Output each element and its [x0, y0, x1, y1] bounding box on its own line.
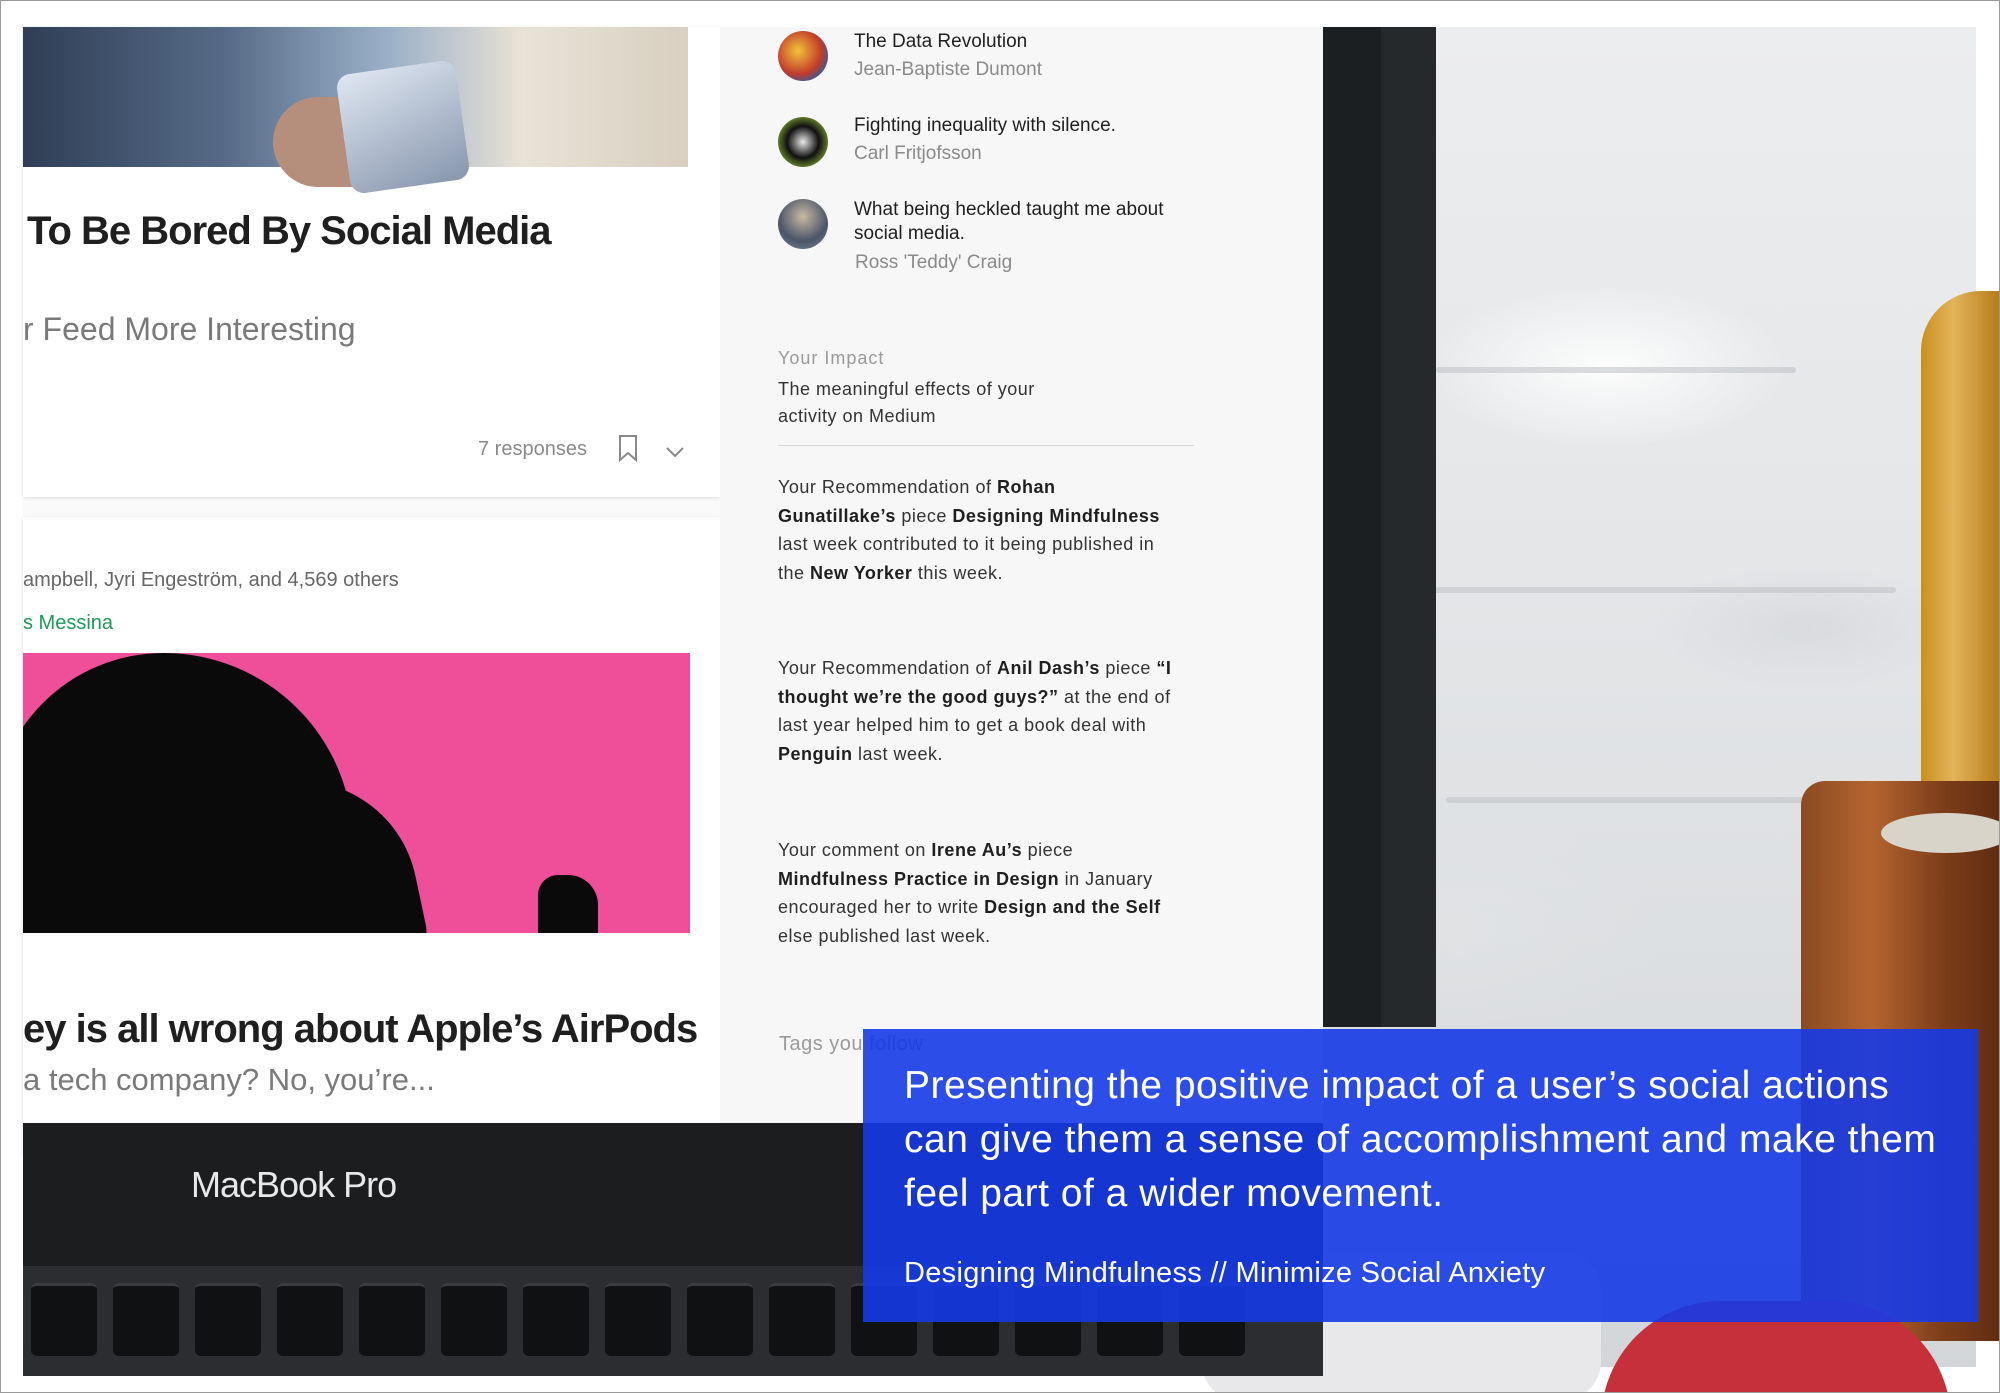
responses-link[interactable]: 7 responses: [478, 438, 587, 461]
impact-item: Your comment on Irene Au’s piece Mindful…: [778, 836, 1178, 950]
lamp-socket-ring: [1881, 813, 1999, 853]
bookmark-icon[interactable]: [617, 434, 639, 468]
impact-piece-link[interactable]: Designing Mindfulness: [952, 506, 1160, 526]
story-image-silhouette: [23, 653, 690, 933]
laptop-screen: To Be Bored By Social Media r Feed More …: [23, 27, 1323, 1157]
rec-story-author[interactable]: Jean-Baptiste Dumont: [854, 59, 1042, 81]
impact-text: piece: [895, 505, 953, 526]
avatar[interactable]: [778, 117, 828, 167]
impact-text: last week.: [852, 743, 944, 764]
impact-text: Your comment on: [778, 840, 932, 860]
story-headline[interactable]: ey is all wrong about Apple’s AirPods: [23, 1007, 698, 1052]
story-card[interactable]: To Be Bored By Social Media r Feed More …: [23, 27, 720, 497]
story-subtitle: a tech company? No, you’re...: [23, 1062, 435, 1097]
avatar[interactable]: [778, 31, 828, 81]
story-headline[interactable]: To Be Bored By Social Media: [27, 209, 551, 254]
impact-section-description: The meaningful effects of your activity …: [778, 379, 1035, 426]
overlay-source: Designing Mindfulness // Minimize Social…: [904, 1257, 1546, 1289]
brick-mortar-line: [1416, 587, 1896, 593]
recommended-by-text: ampbell, Jyri Engeström, and 4,569 other…: [23, 569, 399, 591]
impact-item: Your Recommendation of Anil Dash’s piece…: [778, 654, 1178, 768]
slide: To Be Bored By Social Media r Feed More …: [0, 0, 2000, 1393]
impact-author-link[interactable]: Anil Dash’s: [997, 658, 1100, 678]
keyboard-key: [195, 1283, 261, 1356]
avatar[interactable]: [778, 199, 828, 249]
story-image-phone-in-bed: [23, 27, 688, 195]
brick-mortar-line: [1436, 367, 1796, 373]
keyboard-key: [687, 1283, 753, 1356]
impact-section-label: Your Impact: [778, 348, 885, 368]
rec-story-title[interactable]: What being heckled taught me about socia…: [854, 198, 1174, 246]
keyboard-key: [277, 1283, 343, 1356]
rec-story-author[interactable]: Ross 'Teddy' Craig: [855, 252, 1012, 274]
picture-frame-inner: [1321, 27, 1381, 1027]
impact-text: Your Recommendation of: [778, 658, 997, 678]
keyboard-key: [359, 1283, 425, 1356]
rec-story-title[interactable]: The Data Revolution: [854, 30, 1027, 54]
keyboard-key: [441, 1283, 507, 1356]
impact-author-link[interactable]: Irene Au’s: [931, 840, 1022, 860]
impact-publication: New Yorker: [810, 562, 913, 583]
keyboard-key: [769, 1283, 835, 1356]
phone-shape: [335, 59, 471, 195]
impact-text: piece: [1022, 840, 1074, 860]
chevron-down-icon[interactable]: [665, 439, 685, 465]
impact-text: Your Recommendation of: [778, 477, 997, 497]
story-subtitle: r Feed More Interesting: [23, 311, 356, 347]
rec-story-author[interactable]: Carl Fritjofsson: [854, 143, 982, 165]
divider: [778, 445, 1194, 446]
sidebar: The Data Revolution Jean-Baptiste Dumont…: [720, 27, 1323, 1127]
keyboard-key: [31, 1283, 97, 1356]
keyboard-key: [113, 1283, 179, 1356]
impact-piece-link[interactable]: Mindfulness Practice in Design: [778, 869, 1059, 889]
overlay-quote: Presenting the positive impact of a user…: [904, 1064, 1937, 1215]
keyboard-key: [523, 1283, 589, 1356]
hand-silhouette: [538, 875, 598, 933]
story-author-link[interactable]: s Messina: [23, 612, 113, 635]
impact-publication: Penguin: [778, 743, 853, 764]
lamp-bulb: [1921, 291, 1999, 851]
impact-piece-link[interactable]: Design and the Self: [984, 897, 1161, 917]
impact-text: piece: [1099, 658, 1157, 678]
impact-item: Your Recommendation of Rohan Gunatillake…: [778, 473, 1178, 587]
impact-text: this week.: [912, 562, 1003, 583]
keyboard-key: [605, 1283, 671, 1356]
rec-story-title[interactable]: Fighting inequality with silence.: [854, 114, 1116, 138]
impact-text: else published last week.: [778, 925, 991, 946]
laptop-brand-label: MacBook Pro: [191, 1164, 397, 1205]
